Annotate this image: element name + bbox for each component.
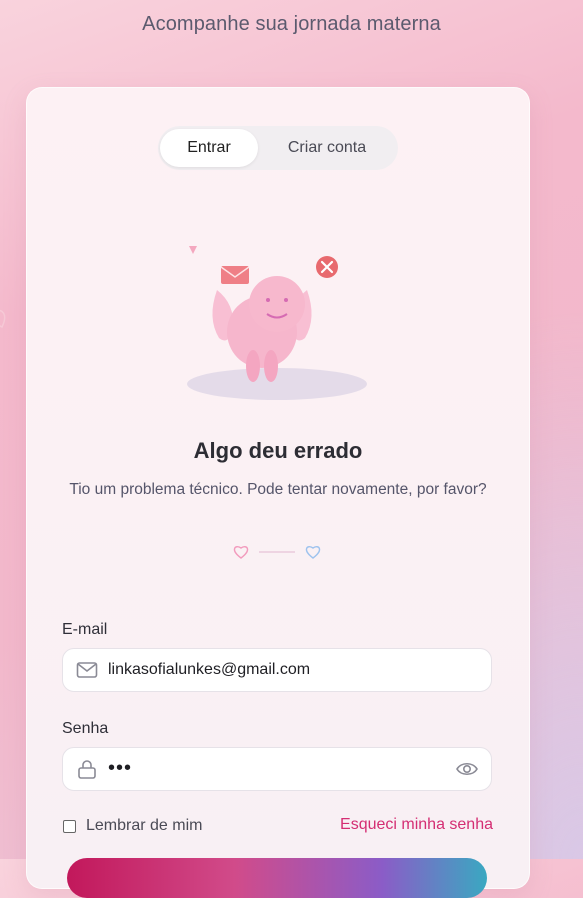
page-subtitle: Acompanhe sua jornada materna	[142, 13, 441, 35]
remember-label: Lembrar de mim	[86, 817, 203, 834]
error-illustration	[187, 246, 367, 400]
error-message: Tio um problema técnico. Pode tentar nov…	[69, 481, 487, 498]
remember-me[interactable]: Lembrar de mim	[63, 817, 202, 835]
forgot-password-link[interactable]: Esqueci minha senha	[340, 816, 493, 834]
email-label: E-mail	[62, 621, 108, 638]
email-value: linkasofialunkes@gmail.com	[108, 661, 311, 678]
heart-outline-icon	[0, 309, 6, 329]
error-title: Algo deu errado	[193, 438, 363, 463]
error-x-icon	[316, 256, 338, 278]
remember-checkbox[interactable]	[63, 819, 76, 833]
email-field[interactable]: linkasofialunkes@gmail.com	[62, 648, 492, 692]
tab-signup[interactable]: Criar conta	[266, 129, 388, 167]
password-value: •••	[108, 757, 133, 779]
password-field[interactable]: •••	[62, 747, 492, 791]
lock-icon	[78, 760, 96, 779]
auth-tabs: Entrar Criar conta	[158, 126, 398, 170]
eye-icon[interactable]	[455, 760, 479, 778]
submit-button[interactable]	[67, 858, 487, 898]
password-label: Senha	[62, 720, 109, 737]
tab-login[interactable]: Entrar	[160, 129, 258, 167]
envelope-icon	[220, 266, 250, 284]
mail-icon	[76, 662, 98, 678]
auth-card: Entrar Criar conta Algo deu errado Tio u…	[26, 87, 530, 898]
heart-divider	[233, 546, 321, 559]
